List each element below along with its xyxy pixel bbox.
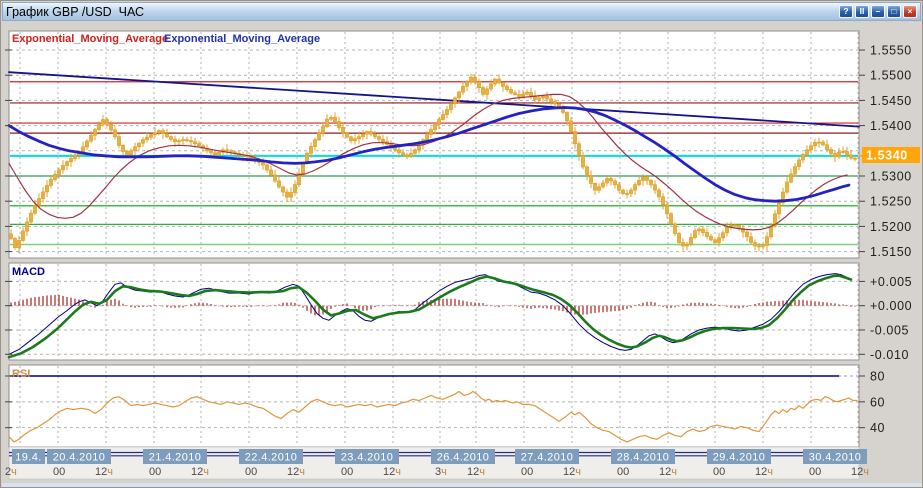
- hour-label: 12ч: [851, 466, 869, 478]
- hour-label: 12ч: [659, 466, 677, 478]
- window-titlebar[interactable]: График GBP /USD ЧАС ? II – □ ×: [2, 2, 921, 21]
- hour-label: 00: [521, 466, 533, 478]
- close-button[interactable]: ×: [903, 5, 917, 18]
- maximize-icon: □: [891, 6, 896, 16]
- close-icon: ×: [908, 6, 913, 16]
- rsi-tick-label: 60: [870, 395, 885, 409]
- date-label: 29.4.2010: [713, 452, 766, 464]
- price-tick-label: 1.5150: [870, 245, 912, 259]
- ema-slow-legend: Exponential_Moving_Average: [164, 33, 320, 45]
- collapse-button[interactable]: II: [855, 5, 869, 18]
- chart-window: График GBP /USD ЧАС ? II – □ × 1.55501.5…: [0, 0, 923, 488]
- hour-label: 00: [149, 466, 161, 478]
- rsi-tick-label: 40: [870, 421, 885, 435]
- hour-label: 00: [617, 466, 629, 478]
- price-tick-label: 1.5200: [870, 220, 912, 234]
- hour-label: 12ч: [287, 466, 305, 478]
- minimize-button[interactable]: –: [871, 5, 885, 18]
- minimize-icon: –: [876, 6, 881, 16]
- window-title: График GBP /USD ЧАС: [6, 5, 144, 19]
- hour-label: 2ч: [5, 466, 17, 478]
- hour-label: 12ч: [95, 466, 113, 478]
- date-label: 26.4.2010: [437, 452, 490, 464]
- hour-label: 00: [341, 466, 353, 478]
- price-tick-label: 1.5300: [870, 170, 912, 184]
- macd-tick-label: -0.010: [870, 348, 909, 362]
- chart-canvas[interactable]: 1.5550 1.5500 1.5450 1.5400 1.5300 1.5250 1.52…: [1, 1, 923, 488]
- date-label: 30.4.2010: [809, 452, 862, 464]
- hour-label: 12ч: [755, 466, 773, 478]
- price-tick-label: 1.5450: [870, 94, 912, 108]
- macd-tick-label: -0.005: [870, 324, 909, 338]
- help-button[interactable]: ?: [839, 5, 853, 18]
- rsi-tick-label: 80: [870, 370, 885, 384]
- hour-label: 12ч: [383, 466, 401, 478]
- date-label: 28.4.2010: [617, 452, 670, 464]
- hour-label: 3ч: [435, 466, 447, 478]
- window-controls: ? II – □ ×: [839, 5, 917, 18]
- date-label: 23.4.2010: [341, 452, 394, 464]
- date-label: 27.4.2010: [521, 452, 574, 464]
- date-label: 19.4.: [15, 452, 41, 464]
- date-label: 22.4.2010: [245, 452, 298, 464]
- price-tick-label: 1.5550: [870, 44, 912, 58]
- hour-label: 12ч: [191, 466, 209, 478]
- rsi-pane-label: RSI: [12, 368, 30, 380]
- price-tick-label: 1.5400: [870, 119, 912, 133]
- date-label: 20.4.2010: [53, 452, 106, 464]
- hour-label: 00: [713, 466, 725, 478]
- hour-label: 12ч: [467, 466, 485, 478]
- hour-label: 00: [245, 466, 257, 478]
- date-label: 21.4.2010: [149, 452, 202, 464]
- window-bottom-edge: [2, 483, 923, 488]
- rsi-pane[interactable]: [9, 365, 859, 447]
- price-tick-label: 1.5250: [870, 195, 912, 209]
- macd-tick-label: +0.005: [870, 275, 912, 289]
- maximize-button[interactable]: □: [887, 5, 901, 18]
- hour-label: 00: [53, 466, 65, 478]
- hour-label: 00: [809, 466, 821, 478]
- macd-tick-label: +0.000: [870, 299, 912, 313]
- ema-fast-legend: Exponential_Moving_Average: [12, 33, 168, 45]
- macd-pane[interactable]: [9, 263, 859, 360]
- help-icon: ?: [843, 6, 848, 16]
- current-price-label: 1.5340: [866, 149, 908, 163]
- pause-icon: II: [860, 6, 865, 16]
- macd-pane-label: MACD: [12, 266, 45, 278]
- hour-label: 12ч: [563, 466, 581, 478]
- price-tick-label: 1.5500: [870, 69, 912, 83]
